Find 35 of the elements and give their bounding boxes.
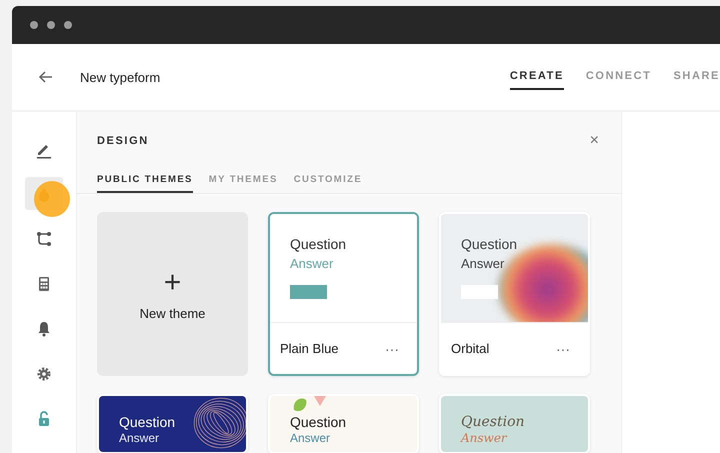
plus-icon: + (164, 268, 182, 298)
theme-name: Plain Blue (280, 341, 339, 356)
nav-tab[interactable]: CREATE (510, 64, 564, 90)
answer-text: Answer (119, 431, 160, 445)
question-text: Question (119, 414, 176, 430)
back-arrow-icon[interactable] (38, 69, 54, 85)
panel-title: DESIGN (97, 135, 149, 147)
theme-name: Orbital (451, 341, 490, 356)
theme-card[interactable]: Question Answer (268, 394, 419, 453)
shapes-drawing (292, 396, 328, 414)
button-sample (461, 285, 498, 299)
answer-text: Answer (461, 431, 508, 445)
close-button[interactable]: × (590, 132, 599, 150)
cursor-highlight-overlay (34, 181, 70, 217)
more-button[interactable]: ··· (550, 340, 576, 358)
answer-text: Answer (290, 431, 332, 445)
theme-card[interactable]: Question Answer (439, 394, 590, 453)
window-dot[interactable] (64, 21, 72, 29)
question-text: Question (290, 236, 348, 252)
answer-text: Answer (290, 256, 334, 271)
more-button[interactable]: ··· (379, 340, 405, 358)
new-theme-card[interactable]: + New theme (97, 212, 248, 376)
theme-card[interactable]: Question Answer Plain Blue ··· (268, 212, 419, 376)
form-title: New typeform (80, 70, 162, 84)
question-text: Question (461, 414, 526, 430)
new-theme-label: New theme (140, 306, 206, 320)
theme-tab[interactable]: PUBLIC THEMES (97, 174, 193, 193)
theme-card[interactable]: Question Answer Orbital ··· (439, 212, 590, 376)
answer-text: Answer (461, 256, 506, 271)
button-sample (290, 285, 327, 299)
theme-card[interactable]: Question Answer (97, 394, 248, 453)
question-text: Question (290, 414, 348, 430)
question-text: Question (461, 236, 518, 252)
window-dot[interactable] (30, 21, 38, 29)
window-dot[interactable] (47, 21, 55, 29)
